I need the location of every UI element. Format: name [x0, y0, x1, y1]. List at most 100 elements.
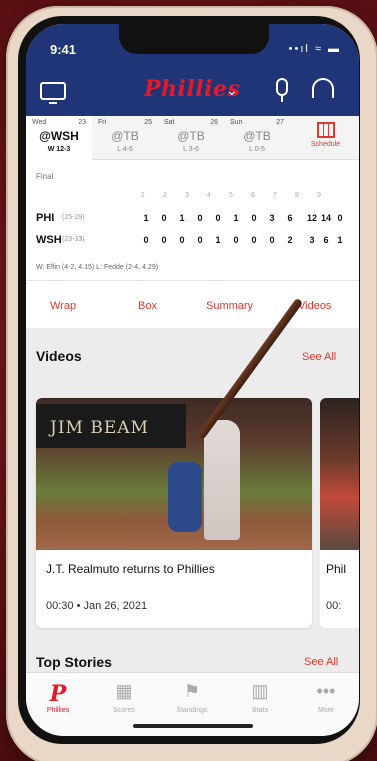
- team-record: (25-29): [62, 214, 85, 221]
- score-cell: 0: [161, 213, 167, 223]
- game-result: L 3-6: [183, 146, 199, 153]
- nav-row: Phillies ⌄: [26, 74, 359, 110]
- game-opponent: @TB: [177, 129, 205, 143]
- status-icons: ••ıl ≈ ▬: [288, 43, 341, 55]
- tab-scores[interactable]: ▦ Scores: [94, 681, 154, 714]
- score-cell: 2: [287, 235, 293, 245]
- score-cell: 1: [215, 235, 221, 245]
- notch: [119, 24, 269, 54]
- hits-cell: 14: [320, 213, 331, 223]
- game-opponent: @TB: [111, 129, 139, 143]
- tab-label: Scores: [113, 707, 135, 714]
- game-opponent: @TB: [243, 129, 271, 143]
- tab-label: More: [318, 707, 334, 714]
- game-day: Sat: [164, 119, 175, 126]
- top-stories-title: Top Stories: [36, 654, 112, 670]
- app-screen: 9:41 ••ıl ≈ ▬ Phillies ⌄ Wed 23 @WSH W 12…: [26, 24, 359, 736]
- game-tile[interactable]: Wed 23 @WSH W 12-3: [26, 116, 92, 160]
- tab-more[interactable]: ••• More: [296, 681, 356, 714]
- score-cell: 3: [269, 213, 275, 223]
- score-cell: 0: [269, 235, 275, 245]
- game-tabs: Wrap Box Summary Videos: [26, 292, 359, 318]
- tv-icon[interactable]: [40, 82, 66, 104]
- pennant-icon: ⚑: [183, 681, 201, 701]
- runs-cell: 12: [306, 213, 317, 223]
- game-date: 23: [78, 119, 86, 126]
- game-day: Fri: [98, 119, 107, 126]
- game-result: L 0-5: [249, 146, 265, 153]
- microphone-icon[interactable]: [276, 78, 288, 102]
- headphones-icon[interactable]: [312, 78, 334, 98]
- divider: [26, 280, 359, 281]
- errors-cell: 0: [337, 213, 343, 223]
- video-card[interactable]: JIM BEAM J.T. Realmuto returns to Philli…: [36, 398, 312, 628]
- inning-header: 3: [185, 192, 189, 199]
- inning-header: 4: [207, 192, 211, 199]
- tab-phillies[interactable]: P Phillies: [28, 681, 88, 714]
- bar-chart-icon: ▥: [251, 681, 269, 701]
- video-thumbnail: JIM BEAM: [36, 398, 312, 550]
- game-tile[interactable]: Sun 27 @TB L 0-5: [224, 116, 290, 160]
- game-date: 26: [210, 119, 218, 126]
- sponsor-logo: JIM BEAM: [50, 418, 149, 438]
- top-stories-see-all-link[interactable]: See All: [304, 656, 338, 668]
- video-thumbnail: [320, 398, 359, 550]
- game-date: 27: [276, 119, 284, 126]
- game-opponent: @WSH: [39, 129, 79, 143]
- inning-header: 9: [317, 192, 321, 199]
- video-meta: 00:30 • Jan 26, 2021: [46, 600, 148, 612]
- schedule-button[interactable]: Schedule: [292, 116, 359, 160]
- score-cell: 1: [179, 213, 185, 223]
- game-status: Final: [36, 172, 54, 181]
- team-row: PHI (25-29) 1 0 1 0 0 1 0 3 6 12 14 0: [36, 212, 356, 228]
- tab-videos[interactable]: Videos: [298, 300, 331, 312]
- calendar-icon: [316, 122, 335, 138]
- game-result: L 4-6: [117, 146, 133, 153]
- score-cell: 0: [197, 235, 203, 245]
- inning-header: 8: [295, 192, 299, 199]
- score-cell: 6: [287, 213, 293, 223]
- videos-see-all-link[interactable]: See All: [302, 351, 336, 363]
- score-cell: 0: [251, 213, 257, 223]
- pitchers-of-record: W: Eflin (4-2, 4.15) L: Fedde (2-4, 4.29…: [36, 264, 159, 271]
- game-day: Wed: [32, 119, 47, 126]
- game-result: W 12-3: [47, 146, 71, 153]
- catcher-figure: [168, 462, 202, 532]
- score-cell: 0: [143, 235, 149, 245]
- inning-header: 7: [273, 192, 277, 199]
- score-cell: 1: [143, 213, 149, 223]
- tab-standings[interactable]: ⚑ Standings: [162, 681, 222, 714]
- home-indicator: [133, 724, 253, 728]
- score-cell: 1: [233, 213, 239, 223]
- tab-summary[interactable]: Summary: [206, 300, 253, 312]
- score-cell: 0: [197, 213, 203, 223]
- game-tile[interactable]: Sat 26 @TB L 3-6: [158, 116, 224, 160]
- game-date: 25: [144, 119, 152, 126]
- phillies-p-icon: P: [49, 681, 67, 707]
- score-cell: 0: [251, 235, 257, 245]
- ad-banner: JIM BEAM: [36, 404, 186, 448]
- video-title: Phil: [326, 562, 347, 576]
- errors-cell: 1: [337, 235, 343, 245]
- team-record: (23-33): [62, 236, 85, 243]
- batter-figure: [204, 420, 240, 540]
- inning-header: 2: [163, 192, 167, 199]
- runs-cell: 3: [309, 235, 315, 245]
- score-cell: 0: [161, 235, 167, 245]
- tab-wrap[interactable]: Wrap: [50, 300, 76, 312]
- schedule-label: Schedule: [310, 141, 341, 148]
- tab-label: Phillies: [46, 707, 70, 714]
- tab-box[interactable]: Box: [138, 300, 157, 312]
- chevron-down-icon[interactable]: ⌄: [226, 82, 238, 99]
- inning-header: 6: [251, 192, 255, 199]
- game-tile[interactable]: Fri 25 @TB L 4-6: [92, 116, 158, 160]
- video-meta: 00:: [326, 600, 342, 612]
- video-card[interactable]: Phil 00:: [320, 398, 359, 628]
- team-name: PHI: [36, 212, 55, 224]
- team-row: WSH (23-33) 0 0 0 0 1 0 0 0 2 3 6 1: [36, 234, 356, 250]
- tab-label: Standings: [176, 707, 208, 714]
- game-strip: Wed 23 @WSH W 12-3 Fri 25 @TB L 4-6 Sat 26 …: [26, 116, 359, 160]
- score-cell: 0: [179, 235, 185, 245]
- scoreboard-icon: ▦: [115, 681, 133, 701]
- tab-stats[interactable]: ▥ Stats: [230, 681, 290, 714]
